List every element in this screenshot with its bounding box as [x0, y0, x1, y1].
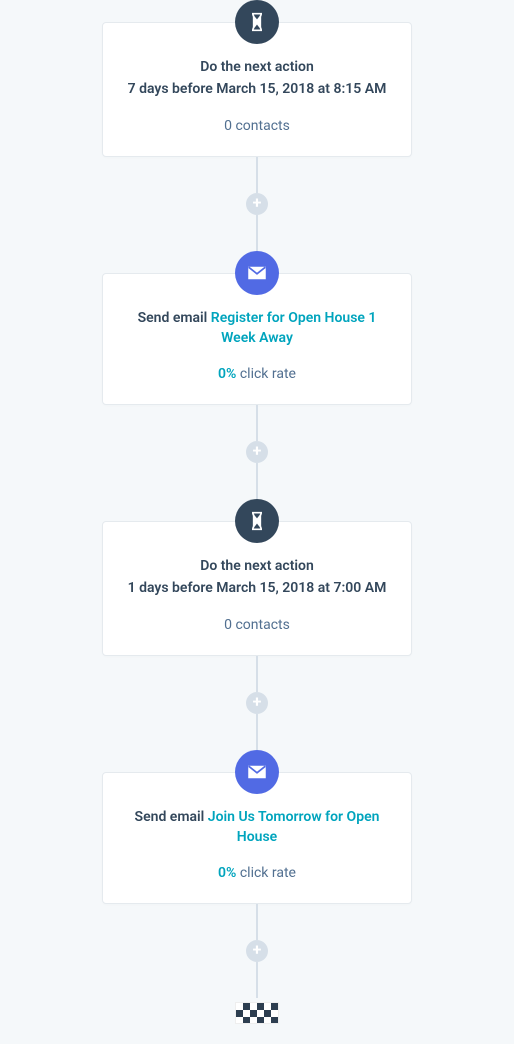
plus-icon: +	[253, 942, 262, 958]
connector-line	[256, 656, 258, 692]
email-rate: 0% click rate	[125, 366, 389, 382]
plus-icon: +	[253, 443, 262, 459]
delay-detail: 7 days before March 15, 2018 at 8:15 AM	[125, 79, 389, 99]
rate-percent: 0%	[218, 865, 236, 881]
add-step-button[interactable]: +	[246, 940, 268, 962]
delay-title: Do the next action	[125, 556, 389, 576]
connector-line	[256, 962, 258, 998]
connector-line	[256, 157, 258, 193]
delay-title: Do the next action	[125, 57, 389, 77]
add-step-button[interactable]: +	[246, 441, 268, 463]
connector-line	[256, 904, 258, 940]
delay-contacts: 0 contacts	[125, 118, 389, 134]
add-step-button[interactable]: +	[246, 193, 268, 215]
connector-line	[256, 405, 258, 441]
email-title-row: Send email Join Us Tomorrow for Open Hou…	[125, 807, 389, 848]
email-rate: 0% click rate	[125, 865, 389, 881]
plus-icon: +	[253, 195, 262, 211]
connector-line	[256, 463, 258, 499]
connector-line	[256, 215, 258, 251]
hourglass-icon	[235, 0, 279, 44]
email-link[interactable]: Register for Open House 1 Week Away	[211, 310, 377, 346]
delay-detail: 1 days before March 15, 2018 at 7:00 AM	[125, 578, 389, 598]
rate-label: click rate	[236, 865, 296, 881]
connector-line	[256, 714, 258, 750]
delay-contacts: 0 contacts	[125, 617, 389, 633]
plus-icon: +	[253, 694, 262, 710]
email-icon	[235, 251, 279, 295]
email-title-prefix: Send email	[138, 310, 211, 326]
add-step-button[interactable]: +	[246, 692, 268, 714]
finish-flag-icon	[235, 1002, 279, 1024]
email-title-prefix: Send email	[135, 809, 208, 825]
email-title-row: Send email Register for Open House 1 Wee…	[125, 308, 389, 349]
hourglass-icon	[235, 499, 279, 543]
rate-percent: 0%	[218, 366, 236, 382]
email-icon	[235, 750, 279, 794]
email-link[interactable]: Join Us Tomorrow for Open House	[208, 809, 380, 845]
rate-label: click rate	[236, 366, 296, 382]
